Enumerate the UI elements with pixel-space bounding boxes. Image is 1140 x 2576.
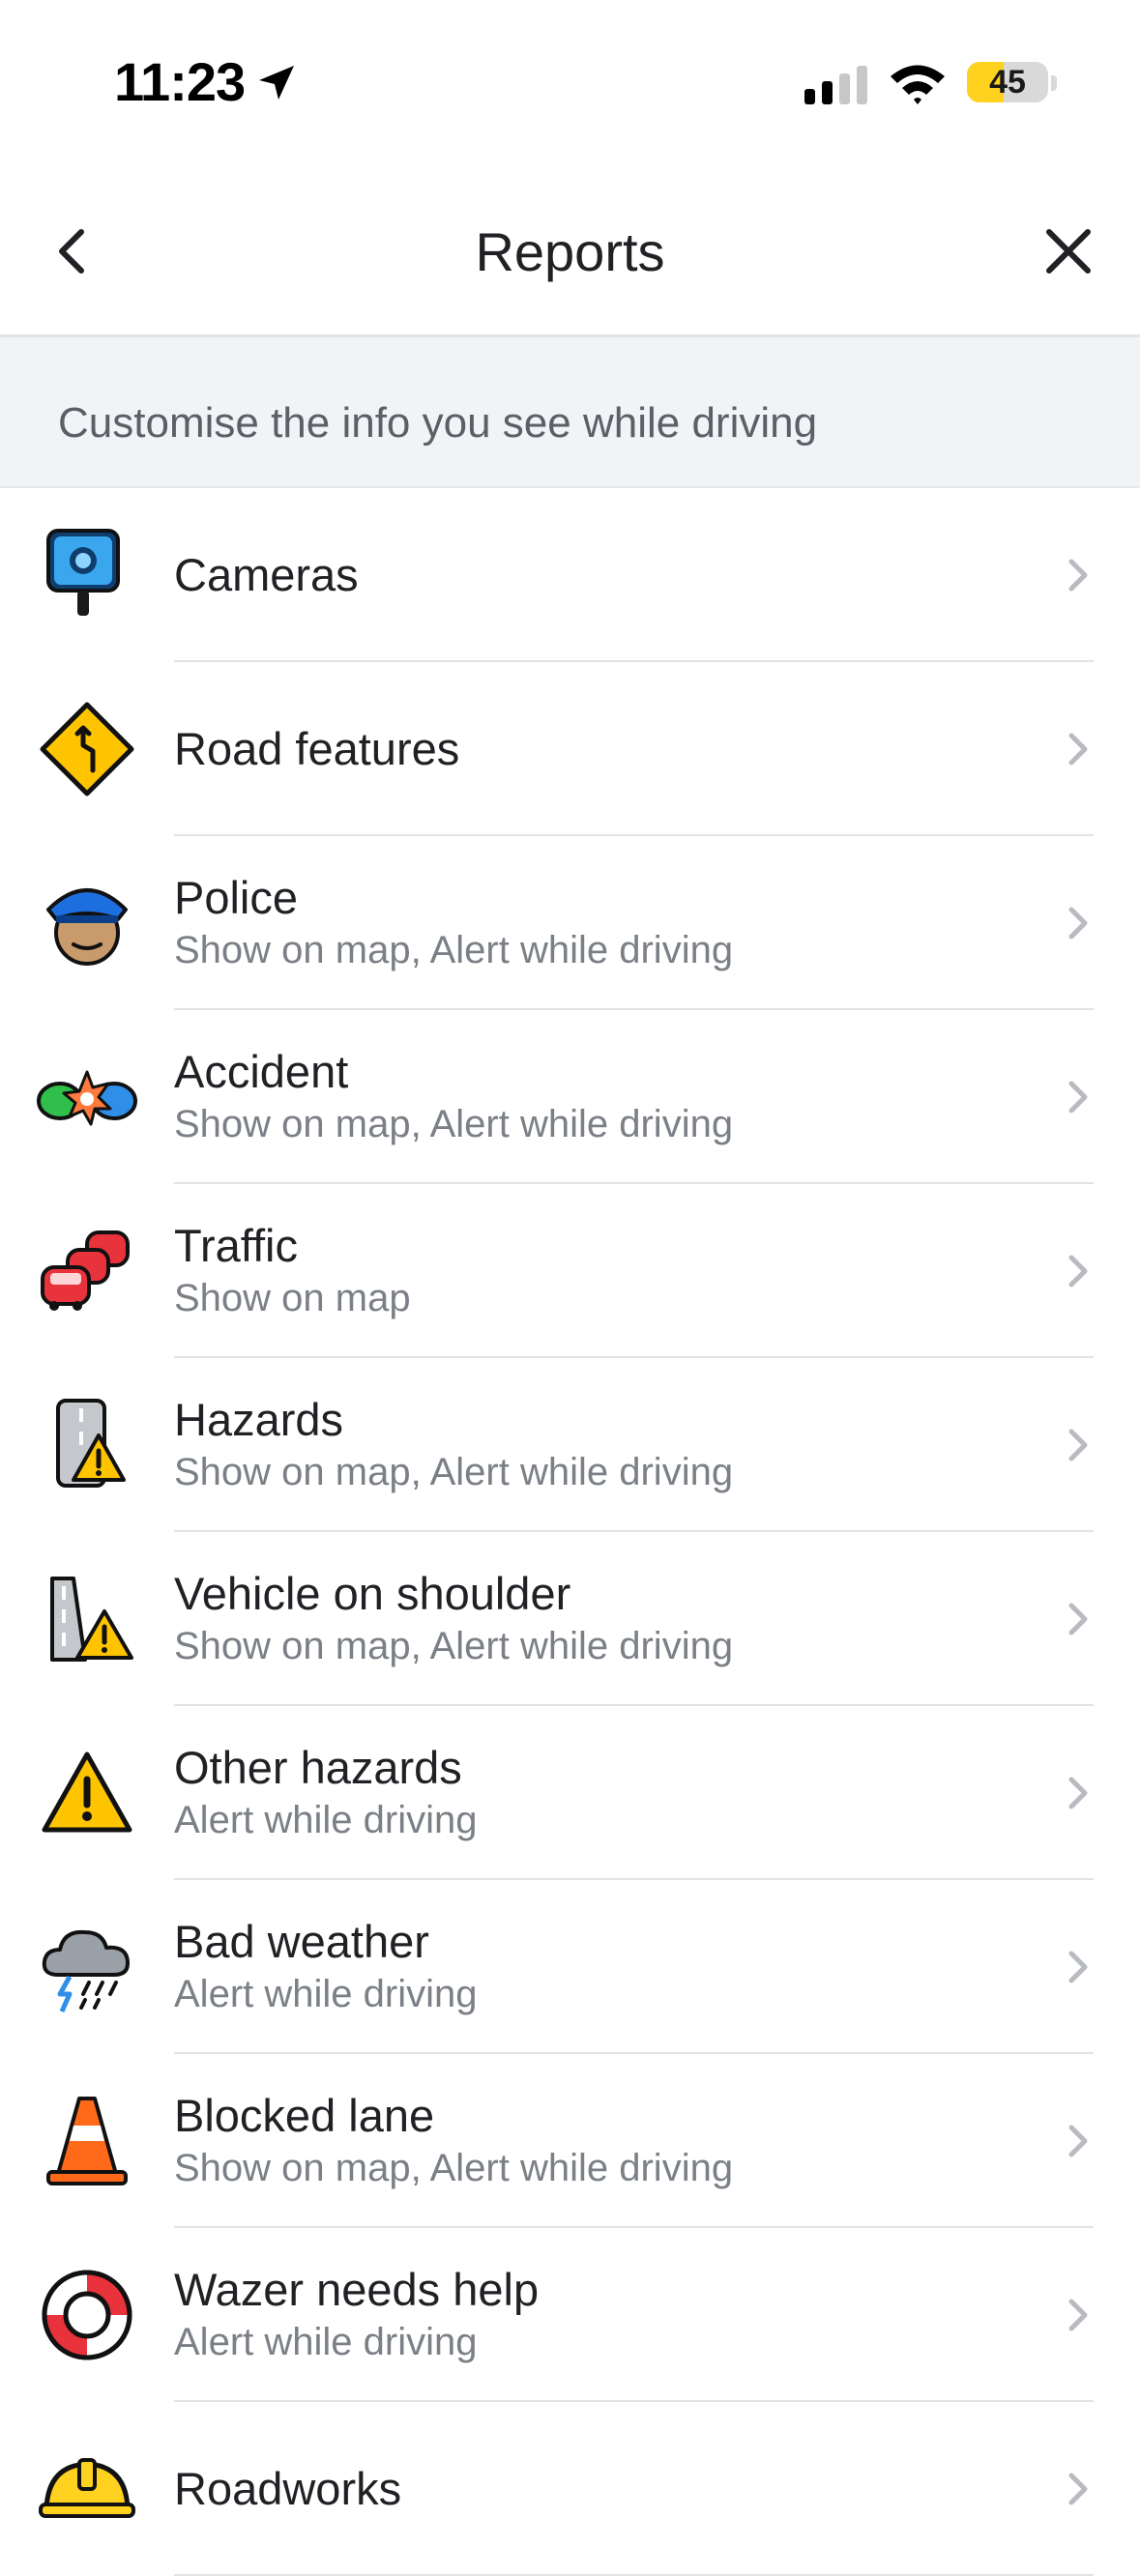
chevron-right-icon [1068,2125,1088,2157]
item-subtitle: Show on map, Alert while driving [174,2147,734,2189]
police-icon [35,875,139,971]
chevron-right-icon [1068,733,1088,766]
section-header: Customise the info you see while driving [0,337,1140,488]
chevron-right-icon [1068,559,1088,592]
item-subtitle: Alert while driving [174,1799,478,1841]
item-title: Roadworks [174,2463,402,2514]
roadworks-icon [35,2441,139,2537]
lifebuoy-icon [35,2267,139,2363]
list-item-hazards[interactable]: Hazards Show on map, Alert while driving [0,1358,1140,1532]
wifi-icon [891,65,945,104]
chevron-right-icon [1068,2473,1088,2505]
status-time: 11:23 [114,51,246,112]
reports-list: Cameras Road features Police Show on map… [0,488,1140,2576]
page-title: Reports [475,221,665,282]
item-title: Other hazards [174,1742,462,1793]
item-title: Accident [174,1046,349,1097]
vehicle-on-shoulder-icon [35,1571,139,1667]
item-subtitle: Show on map [174,1277,411,1319]
list-item-accident[interactable]: Accident Show on map, Alert while drivin… [0,1010,1140,1184]
item-title: Police [174,872,299,923]
item-title: Bad weather [174,1916,429,1967]
bad-weather-icon [35,1919,139,2015]
chevron-right-icon [1068,1255,1088,1288]
location-arrow-icon [259,66,294,100]
cellular-signal-icon [804,66,867,104]
battery-percentage: 45 [989,64,1026,101]
list-item-cameras[interactable]: Cameras [0,488,1140,662]
item-subtitle: Alert while driving [174,2321,478,2363]
item-title: Vehicle on shoulder [174,1568,571,1619]
blocked-lane-icon [35,2093,139,2189]
chevron-right-icon [1068,1429,1088,1462]
section-description: Customise the info you see while driving [58,399,818,447]
item-title: Wazer needs help [174,2264,540,2315]
list-item-vehicle-on-shoulder[interactable]: Vehicle on shoulder Show on map, Alert w… [0,1532,1140,1706]
chevron-right-icon [1068,1081,1088,1114]
road-features-icon [35,701,139,797]
accident-icon [35,1049,139,1145]
other-hazards-icon [35,1745,139,1841]
item-title: Road features [174,723,460,774]
close-button[interactable] [1030,213,1107,290]
camera-icon [35,527,139,623]
item-title: Cameras [174,549,359,600]
item-subtitle: Show on map, Alert while driving [174,1103,734,1145]
item-subtitle: Alert while driving [174,1973,478,2015]
chevron-right-icon [1068,1777,1088,1809]
list-item-traffic[interactable]: Traffic Show on map [0,1184,1140,1358]
chevron-right-icon [1068,1603,1088,1635]
item-title: Hazards [174,1394,344,1445]
list-item-other-hazards[interactable]: Other hazards Alert while driving [0,1706,1140,1880]
list-item-bad-weather[interactable]: Bad weather Alert while driving [0,1880,1140,2054]
list-item-road-features[interactable]: Road features [0,662,1140,836]
item-title: Blocked lane [174,2090,435,2141]
hazards-icon [35,1397,139,1493]
item-subtitle: Show on map, Alert while driving [174,1451,734,1493]
status-bar: 11:23 45 [0,0,1140,164]
chevron-right-icon [1068,2299,1088,2331]
chevron-right-icon [1068,1951,1088,1983]
list-item-roadworks[interactable]: Roadworks [0,2402,1140,2576]
list-item-police[interactable]: Police Show on map, Alert while driving [0,836,1140,1010]
list-item-wazer-needs-help[interactable]: Wazer needs help Alert while driving [0,2228,1140,2402]
navigation-bar: Reports [0,164,1140,337]
chevron-right-icon [1068,907,1088,940]
item-subtitle: Show on map, Alert while driving [174,1625,734,1667]
item-title: Traffic [174,1220,298,1271]
list-item-blocked-lane[interactable]: Blocked lane Show on map, Alert while dr… [0,2054,1140,2228]
battery-indicator: 45 [967,60,1057,106]
traffic-icon [35,1223,139,1319]
item-subtitle: Show on map, Alert while driving [174,929,734,971]
